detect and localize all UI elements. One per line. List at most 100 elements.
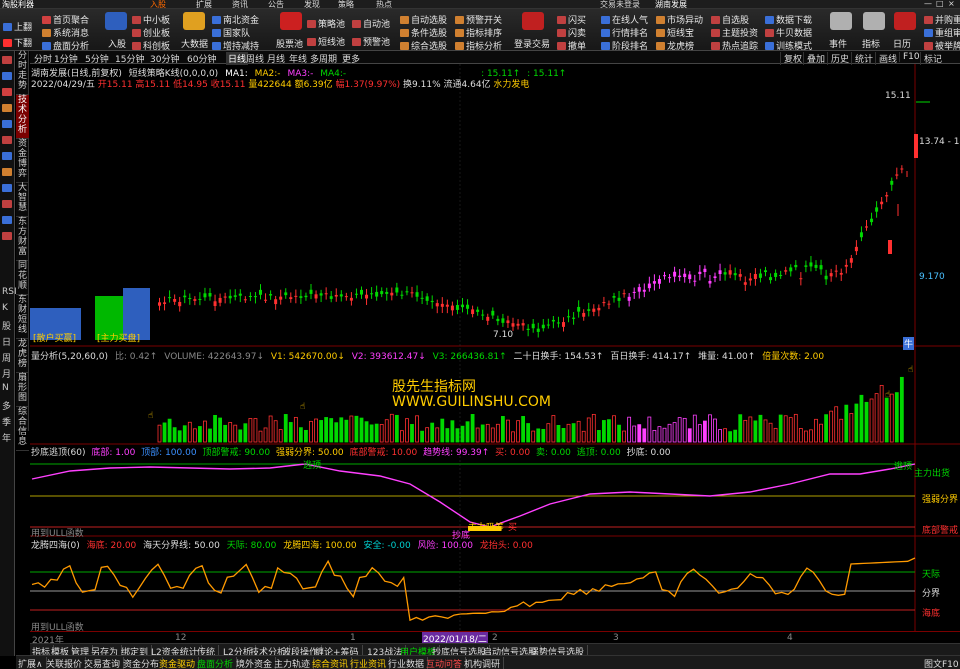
vtab-3[interactable]: 大智慧: [16, 183, 29, 217]
sidebar-icon-4-icon[interactable]: [2, 120, 12, 128]
vtab-6[interactable]: 东财短线: [16, 295, 29, 339]
ind1-bottom: 底部: 1.00: [91, 448, 136, 458]
extension-tab-12[interactable]: 机构调研: [464, 657, 505, 669]
sidebar-icon-15-icon[interactable]: 日: [2, 335, 11, 348]
gem-board-button[interactable]: 创业板: [132, 26, 170, 39]
alert-pool-button[interactable]: 预警池: [352, 35, 390, 48]
volume-times: 倍量次数: 2.00: [762, 352, 825, 362]
candle-body: [471, 309, 475, 315]
flash-sell-button[interactable]: 闪卖: [557, 26, 586, 39]
maximize-button[interactable]: □: [936, 0, 944, 8]
big-button-event[interactable]: 事件: [829, 37, 847, 50]
chart-ohlc-line: 2022/04/29/五 开15.11 高15.11 低14.95 收15.11…: [31, 77, 529, 90]
short-pool-button[interactable]: 短线池: [307, 35, 345, 48]
auto-pool-button[interactable]: 自动池: [352, 17, 390, 30]
sidebar-icon-21-icon[interactable]: 年: [2, 431, 11, 444]
market-icon: [42, 42, 51, 50]
extension-tab-6[interactable]: 境外资金: [236, 657, 277, 669]
vtab-2[interactable]: 资金博弈: [16, 139, 29, 183]
f10-text-tab[interactable]: 图文F10: [924, 657, 960, 669]
sidebar-icon-6-icon[interactable]: [2, 152, 12, 160]
change-value: 幅1.37(9.97%): [335, 80, 401, 90]
strategy-pool-button[interactable]: 策略池: [307, 17, 345, 30]
title-bar: 淘股利器 入股 扩展 资讯 公告 发现 策略 热点 交易未登录 湖南发展 — □…: [0, 0, 960, 9]
home-aggregate-button[interactable]: 首页聚合: [42, 13, 89, 26]
vtab-7[interactable]: 龙虎榜: [16, 339, 29, 373]
big-button-ru-gu[interactable]: 入股: [108, 37, 126, 50]
volume-bar: [783, 415, 788, 443]
extension-tab-9[interactable]: 行业资讯: [350, 657, 391, 669]
watchlist-button[interactable]: 自选股: [711, 13, 749, 26]
minimize-button[interactable]: —: [924, 0, 932, 8]
restructure-review-button[interactable]: 重组审核: [924, 26, 960, 39]
sidebar-icon-8-icon[interactable]: [2, 184, 12, 192]
sidebar-icon-17-icon[interactable]: 月: [2, 367, 11, 380]
vtab-9[interactable]: 综合信息: [16, 407, 29, 451]
vtab-5[interactable]: 同花顺: [16, 261, 29, 295]
sidebar-icon-7-icon[interactable]: [2, 168, 12, 176]
indicator-sort-button[interactable]: 指标排序: [455, 26, 502, 39]
big-button-calendar[interactable]: 日历: [893, 37, 911, 50]
extension-tab-8[interactable]: 综合资讯: [312, 657, 353, 669]
theme-invest-button[interactable]: 主题投资: [711, 26, 758, 39]
extension-tab-3[interactable]: 资金分布: [123, 657, 164, 669]
quote-ranking-button[interactable]: 行情排名: [601, 26, 648, 39]
extension-tab-11[interactable]: 互动问答: [426, 657, 467, 669]
big-button-stock-pool[interactable]: 股票池: [276, 37, 303, 50]
short-pool-label: 短线池: [318, 38, 346, 48]
right-tool-5-button[interactable]: F10: [899, 52, 920, 62]
sidebar-icon-1-icon[interactable]: [2, 72, 12, 80]
data-download-button[interactable]: 数据下载: [765, 13, 812, 26]
sidebar-icon-18-icon[interactable]: N: [2, 383, 9, 393]
extension-tab-2[interactable]: 交易查询: [84, 657, 125, 669]
sme-board-button[interactable]: 中小板: [132, 13, 170, 26]
extension-tab-7[interactable]: 主力轨迹: [274, 657, 315, 669]
close-button[interactable]: ×: [948, 0, 955, 8]
volume-bar: [884, 397, 889, 443]
vtab-1[interactable]: 技术分析: [16, 95, 29, 139]
sidebar-icon-10-icon[interactable]: [2, 216, 12, 224]
auto-select-button[interactable]: 自动选股: [400, 13, 447, 26]
sidebar-icon-11-icon[interactable]: [2, 232, 12, 240]
extension-tab-5[interactable]: 盘面分析: [197, 657, 238, 669]
volume-bar: [864, 401, 869, 443]
extension-tab-1[interactable]: 关联报价: [46, 657, 87, 669]
niubei-data-button[interactable]: 牛贝数据: [765, 26, 812, 39]
sidebar-icon-13-icon[interactable]: K: [2, 303, 8, 313]
candle-body: [900, 168, 904, 170]
sidebar-icon-5-icon[interactable]: [2, 136, 12, 144]
volume-bar: [495, 423, 500, 443]
big-button-login-trade[interactable]: 登录交易: [514, 37, 550, 50]
price-mid-label: 9.170: [919, 272, 945, 282]
sidebar-icon-3-icon[interactable]: [2, 104, 12, 112]
sidebar-icon-19-icon[interactable]: 多: [2, 399, 11, 412]
system-message-button[interactable]: 系统消息: [42, 26, 89, 39]
sidebar-icon-20-icon[interactable]: 季: [2, 415, 11, 428]
short-treasure-button[interactable]: 短线宝: [656, 26, 694, 39]
merger-button[interactable]: 并购重组: [924, 13, 960, 26]
vtab-0[interactable]: 分时走势: [16, 51, 29, 95]
national-team-button[interactable]: 国家队: [212, 26, 250, 39]
page-down-button[interactable]: 下翻: [3, 36, 32, 49]
big-button-big-data[interactable]: 大数据: [181, 37, 208, 50]
sidebar-icon-14-icon[interactable]: 股: [2, 319, 11, 332]
sidebar-icon-12-icon[interactable]: RSI: [2, 287, 17, 297]
extension-tab-10[interactable]: 行业数据: [388, 657, 429, 669]
north-south-fund-button[interactable]: 南北资金: [212, 13, 259, 26]
vtab-8[interactable]: 扇形图: [16, 373, 29, 407]
sidebar-icon-2-icon[interactable]: [2, 88, 12, 96]
sidebar-icon-16-icon[interactable]: 周: [2, 351, 11, 364]
extension-tab-4[interactable]: 资金驱动: [159, 657, 200, 669]
flash-buy-button[interactable]: 闪买: [557, 13, 586, 26]
market-anomaly-button[interactable]: 市场异动: [656, 13, 703, 26]
online-popularity-button[interactable]: 在线人气: [601, 13, 648, 26]
sidebar-icon-9-icon[interactable]: [2, 200, 12, 208]
big-button-indicator[interactable]: 指标: [862, 37, 880, 50]
extension-tab-0[interactable]: 扩展∧: [18, 657, 47, 669]
alert-switch-button[interactable]: 预警开关: [455, 13, 502, 26]
vtab-4[interactable]: 东方财富: [16, 217, 29, 261]
sidebar-icon-0-icon[interactable]: [2, 56, 12, 64]
board-icon: [132, 16, 141, 24]
page-up-button[interactable]: 上翻: [3, 20, 32, 33]
condition-select-button[interactable]: 条件选股: [400, 26, 447, 39]
